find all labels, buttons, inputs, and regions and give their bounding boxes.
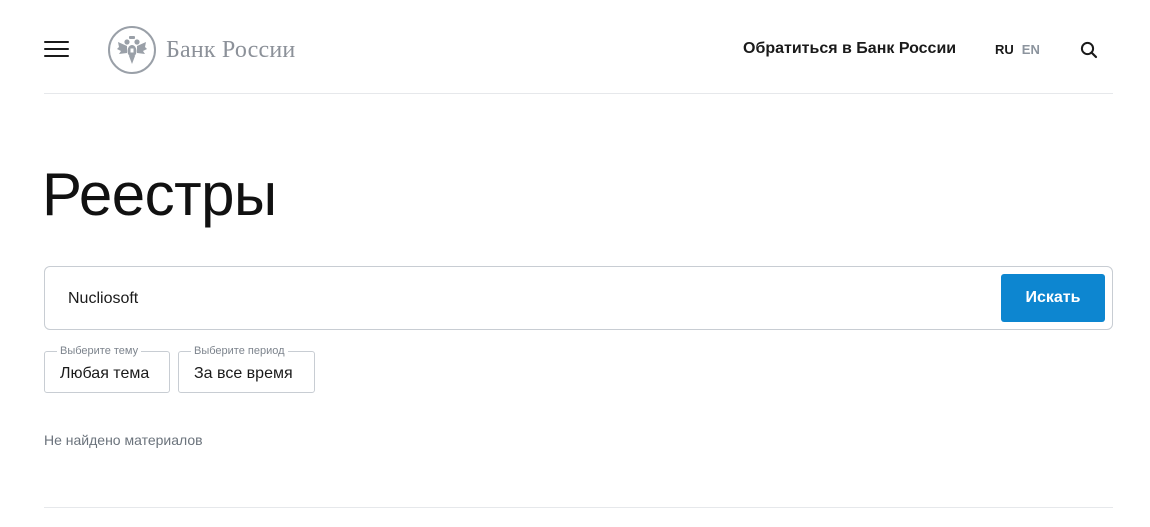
logo-text: Банк России [166,36,296,63]
search-icon[interactable] [1080,41,1098,59]
page-title: Реестры [42,161,277,228]
theme-filter-value: Любая тема [60,365,150,382]
logo[interactable]: Банк России [108,26,295,74]
theme-filter-label: Выберите тему [57,344,142,358]
search-input[interactable] [68,285,968,313]
search-box: Искать [44,266,1113,330]
period-filter-value: За все время [194,365,293,382]
eagle-emblem-icon [108,26,156,74]
period-filter-label: Выберите период [191,344,288,358]
search-button[interactable]: Искать [1001,274,1105,322]
lang-ru[interactable]: RU [995,42,1014,57]
theme-filter-select[interactable]: Выберите тему Любая тема [44,344,170,393]
divider [44,507,1113,508]
language-switcher: RU EN [995,42,1040,57]
page: Банк России Обратиться в Банк России RU … [0,0,1150,527]
menu-icon[interactable] [44,40,69,58]
period-filter-select[interactable]: Выберите период За все время [178,344,315,393]
header: Банк России Обратиться в Банк России RU … [44,0,1113,94]
empty-results-message: Не найдено материалов [44,432,203,448]
lang-en[interactable]: EN [1022,42,1040,57]
contact-bank-link[interactable]: Обратиться в Банк России [743,40,956,58]
